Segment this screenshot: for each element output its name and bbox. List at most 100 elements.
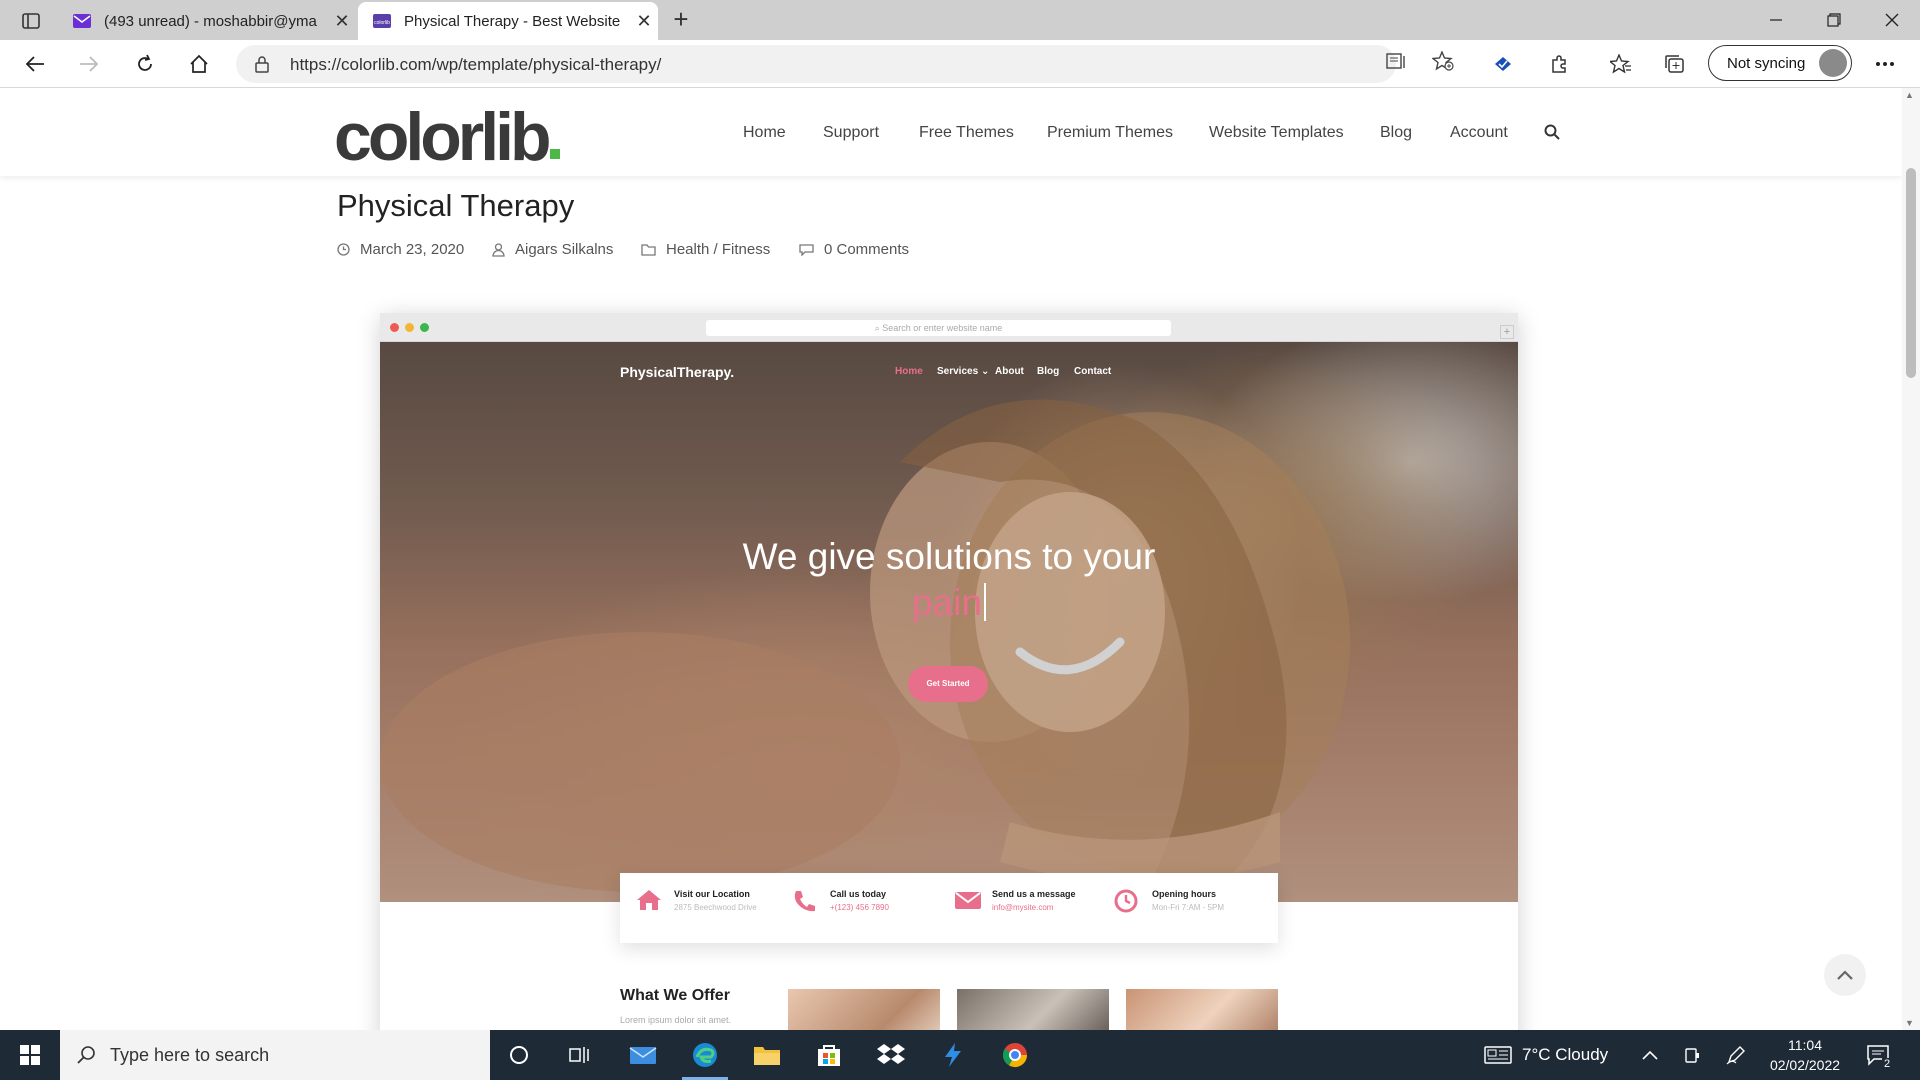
edge-app-button[interactable] [676, 1030, 734, 1080]
post-date-text: March 23, 2020 [360, 241, 465, 258]
post-date: March 23, 2020 [337, 241, 464, 258]
back-button[interactable] [16, 46, 54, 82]
info-value[interactable]: +(123) 456 7890 [830, 903, 889, 912]
minimize-button[interactable] [1748, 0, 1804, 40]
news-weather-icon [1484, 1046, 1512, 1064]
close-tab-icon[interactable]: ✕ [328, 11, 356, 32]
nav-website-templates[interactable]: Website Templates [1209, 124, 1344, 142]
tab-physical-therapy[interactable]: colorlib Physical Therapy - Best Website… [358, 2, 658, 40]
nav-home[interactable]: Home [743, 124, 786, 142]
cortana-icon [510, 1046, 528, 1064]
tab-title: Physical Therapy - Best Website [404, 12, 621, 30]
page-scrollbar[interactable]: ▲ ▼ [1902, 88, 1920, 1030]
preview-nav-services[interactable]: Services ⌄ [937, 366, 989, 377]
store-icon [818, 1045, 840, 1066]
post-author[interactable]: Aigars Silkalns [492, 241, 613, 258]
back-to-top-button[interactable] [1824, 954, 1866, 996]
refresh-button[interactable] [126, 46, 164, 82]
url-text: https://colorlib.com/wp/template/physica… [290, 55, 662, 74]
comment-icon [799, 244, 814, 256]
phone-icon [794, 891, 815, 912]
home-icon [637, 890, 661, 910]
pen-tray-button[interactable] [1726, 1030, 1746, 1080]
info-hours: Opening hours Mon-Fri 7:AM - 5PM [1114, 889, 1224, 913]
post-author-text: Aigars Silkalns [515, 241, 614, 258]
notification-count: 2 [1882, 1058, 1893, 1070]
clock-icon [337, 243, 350, 256]
post-comments[interactable]: 0 Comments [799, 241, 909, 258]
get-started-button[interactable]: Get Started [908, 666, 988, 702]
preview-nav-home[interactable]: Home [895, 366, 923, 377]
info-label: Visit our Location [674, 889, 750, 899]
store-app-button[interactable] [800, 1030, 858, 1080]
dropbox-app-button[interactable] [862, 1030, 920, 1080]
chrome-app-button[interactable] [986, 1030, 1044, 1080]
web-page: colorlib Home Support Free Themes Premiu… [0, 88, 1902, 1030]
preview-nav-contact[interactable]: Contact [1074, 366, 1111, 377]
task-view-button[interactable] [551, 1030, 609, 1080]
visual-studio-code-button[interactable] [924, 1030, 982, 1080]
offer-image[interactable] [788, 989, 940, 1030]
show-hidden-icons-button[interactable] [1642, 1030, 1658, 1080]
profile-sync-button[interactable]: Not syncing [1708, 45, 1852, 81]
scroll-down-arrow-icon[interactable]: ▼ [1905, 1018, 1914, 1028]
sync-label: Not syncing [1727, 54, 1806, 72]
home-button[interactable] [180, 46, 218, 82]
search-icon [1544, 124, 1560, 140]
nav-premium-themes[interactable]: Premium Themes [1047, 124, 1173, 142]
forward-button[interactable] [70, 46, 108, 82]
site-search-button[interactable] [1544, 124, 1560, 145]
offer-image[interactable] [1126, 989, 1278, 1030]
close-window-button[interactable] [1864, 0, 1920, 40]
preview-nav-blog[interactable]: Blog [1037, 366, 1059, 377]
restore-icon [1827, 13, 1841, 27]
profile-avatar [1819, 49, 1847, 77]
favorites-button[interactable] [1604, 48, 1638, 80]
extension-button[interactable] [1486, 48, 1520, 80]
windows-taskbar: Type here to search 7°C Cloudy 11:04 02/… [0, 1030, 1920, 1080]
vs-lightning-icon [945, 1043, 961, 1067]
chrome-icon [1002, 1043, 1027, 1068]
tab-actions-button[interactable] [14, 8, 48, 34]
clock-icon [1114, 889, 1138, 913]
post-category[interactable]: Health / Fitness [641, 241, 770, 258]
arrow-right-icon [80, 56, 99, 72]
reading-view-button[interactable] [1380, 45, 1414, 77]
preview-nav-about[interactable]: About [995, 366, 1024, 377]
settings-more-button[interactable] [1868, 48, 1902, 80]
nav-blog[interactable]: Blog [1380, 124, 1412, 142]
taskbar-search-input[interactable]: Type here to search [60, 1030, 490, 1080]
nav-support[interactable]: Support [823, 124, 879, 142]
template-preview[interactable]: ⌕ Search or enter website name + Physica… [380, 313, 1518, 1030]
tab-mail[interactable]: (493 unread) - moshabbir@yma ✕ [58, 2, 356, 40]
info-value[interactable]: info@mysite.com [992, 903, 1076, 912]
preview-brand[interactable]: PhysicalTherapy. [620, 364, 734, 380]
scroll-thumb[interactable] [1906, 168, 1916, 378]
colorlib-logo[interactable]: colorlib [334, 98, 552, 176]
address-field[interactable]: https://colorlib.com/wp/template/physica… [236, 45, 1454, 83]
collections-button[interactable] [1658, 48, 1692, 80]
folder-icon [754, 1047, 780, 1065]
svg-text:colorlib: colorlib [374, 20, 390, 26]
close-icon [1885, 13, 1899, 27]
cortana-button[interactable] [490, 1030, 548, 1080]
offer-title: What We Offer [620, 987, 730, 1004]
scroll-up-arrow-icon[interactable]: ▲ [1905, 90, 1914, 100]
new-tab-button[interactable]: + [664, 4, 698, 36]
extensions-button[interactable] [1542, 48, 1576, 80]
mail-app-button[interactable] [614, 1030, 672, 1080]
address-bar-row: https://colorlib.com/wp/template/physica… [0, 40, 1920, 88]
start-button[interactable] [0, 1030, 60, 1080]
file-explorer-button[interactable] [738, 1030, 796, 1080]
weather-widget[interactable]: 7°C Cloudy [1484, 1030, 1608, 1080]
taskbar-clock[interactable]: 11:04 02/02/2022 [1762, 1035, 1848, 1075]
close-tab-icon[interactable]: ✕ [630, 11, 658, 32]
nav-free-themes[interactable]: Free Themes [919, 124, 1014, 142]
add-favorite-button[interactable] [1426, 45, 1460, 77]
notifications-button[interactable]: 2 [1866, 1030, 1893, 1080]
offer-image[interactable] [957, 989, 1109, 1030]
device-tray-button[interactable] [1684, 1030, 1700, 1080]
puzzle-icon [1552, 55, 1566, 73]
restore-button[interactable] [1806, 0, 1862, 40]
nav-account[interactable]: Account [1450, 124, 1508, 142]
